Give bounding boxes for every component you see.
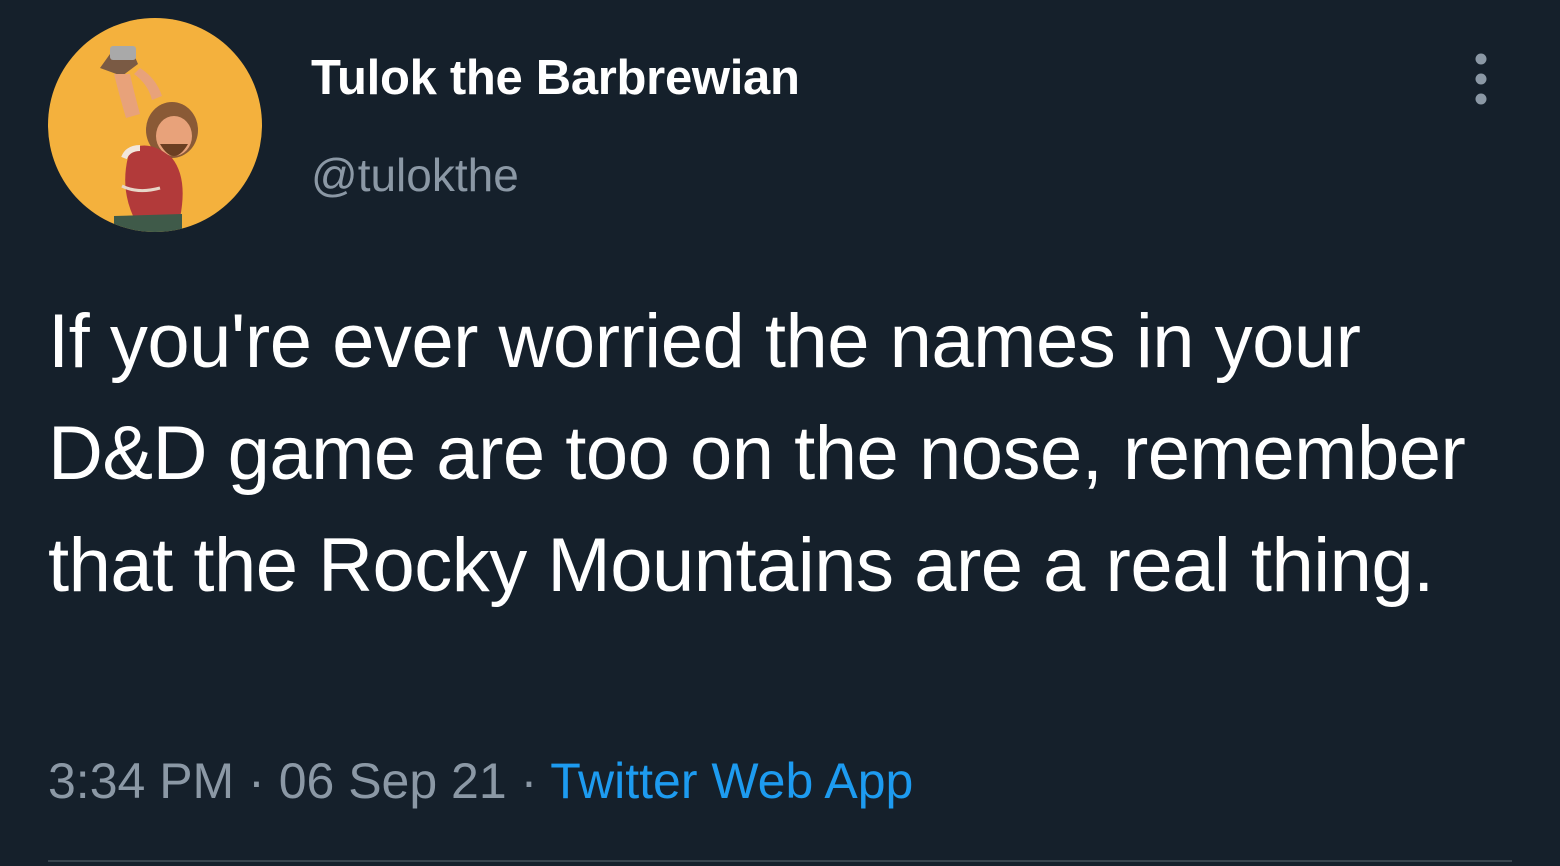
more-vertical-icon	[1475, 53, 1487, 105]
author-display-name[interactable]: Tulok the Barbrewian	[311, 48, 800, 108]
divider	[48, 860, 1512, 862]
tweet-time[interactable]: 3:34 PM	[48, 753, 234, 809]
meta-separator: ·	[520, 753, 538, 809]
tweet-date[interactable]: 06 Sep 21	[279, 753, 507, 809]
author-handle[interactable]: @tulokthe	[311, 145, 519, 205]
more-options-button[interactable]	[1456, 48, 1506, 114]
meta-separator: ·	[248, 753, 265, 809]
tweet-text: If you're ever worried the names in your…	[48, 299, 1466, 608]
author-avatar[interactable]	[48, 18, 262, 232]
tweet-source-link[interactable]: Twitter Web App	[550, 753, 913, 809]
tweet-card: Tulok the Barbrewian @tulokthe If you're…	[0, 0, 1560, 866]
tweet-meta: 3:34 PM · 06 Sep 21 · Twitter Web App	[48, 746, 913, 816]
barbarian-avatar-icon	[100, 46, 198, 232]
